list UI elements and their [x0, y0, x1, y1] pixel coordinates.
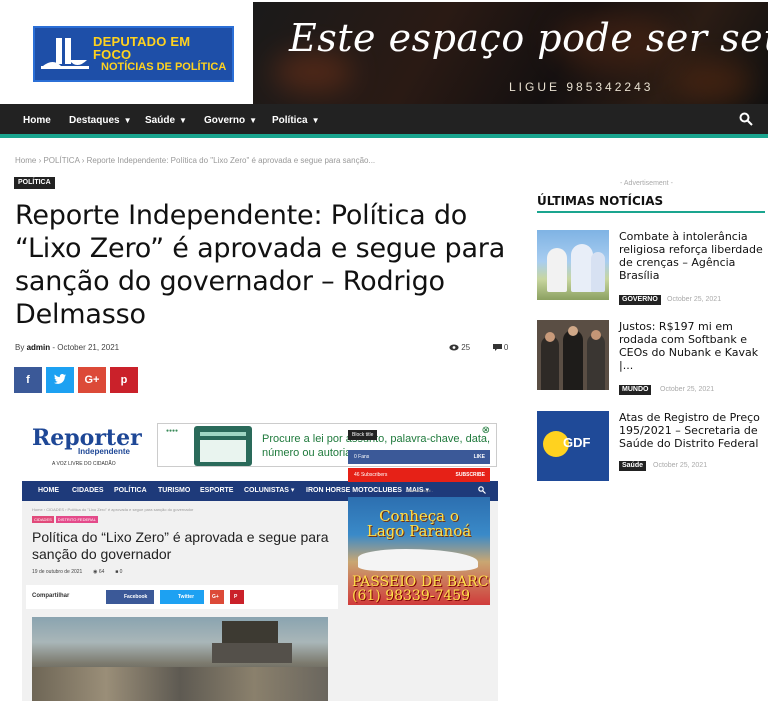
post-author[interactable]: admin [27, 343, 51, 352]
nav-item-home[interactable]: Home [23, 104, 51, 138]
phone-illustration [194, 426, 252, 466]
category-badge[interactable]: POLÍTICA [14, 177, 55, 189]
landfill-photo [32, 617, 328, 701]
pinterest-share-button[interactable]: p [110, 367, 138, 393]
twitter-share-button[interactable] [46, 367, 74, 393]
dots-icon: ●●●● [166, 428, 179, 434]
news-thumbnail[interactable] [537, 320, 609, 390]
chevron-down-icon: ▼ [179, 116, 187, 125]
google-plus-share-button[interactable]: G+ [78, 367, 106, 393]
post-stats: 25 0 [449, 343, 508, 352]
comment-icon [492, 343, 504, 352]
reporter-logo: Reporter Independente A VOZ LIVRE DO CID… [32, 425, 142, 467]
nav-item-politica[interactable]: Política ▼ [272, 104, 320, 138]
news-category-badge[interactable]: Saúde [619, 461, 647, 471]
comment-count[interactable]: 0 [504, 343, 508, 352]
twitter-icon [54, 373, 66, 387]
news-title[interactable]: Combate à intolerância religiosa reforça… [619, 230, 765, 282]
google-plus-icon: G+ [84, 374, 100, 386]
news-title[interactable]: Justos: R$197 mi em rodada com Softbank … [619, 320, 765, 372]
pinterest-icon: p [120, 374, 128, 386]
advertisement-label: - Advertisement - [620, 180, 673, 187]
boat-tour-ad: Conheça o Lago Paranoá PASSEIO DE BARCO (6… [348, 497, 490, 605]
nav-item-saude[interactable]: Saúde ▼ [145, 104, 187, 138]
comment-icon: ■ [115, 569, 119, 575]
widget-title: ÚLTIMAS NOTÍCIAS [537, 194, 664, 208]
news-thumbnail[interactable]: GDF [537, 411, 609, 481]
header-ad-banner[interactable]: Este espaço pode ser seu! LIGUE 98534224… [253, 2, 768, 104]
ad-phone: LIGUE 985342243 [509, 80, 654, 94]
breadcrumb: Home › POLÍTICA › Reporte Independente: … [15, 156, 375, 165]
news-category-badge[interactable]: MUNDO [619, 385, 652, 395]
search-icon[interactable] [739, 112, 755, 128]
facebook-share-button[interactable]: f [14, 367, 42, 393]
post-date: October 21, 2021 [57, 343, 120, 352]
ad-headline: Este espaço pode ser seu! [289, 16, 768, 60]
congress-building-icon [39, 32, 91, 76]
chevron-down-icon: ▼ [311, 116, 320, 125]
news-date: October 25, 2021 [667, 296, 722, 303]
news-title[interactable]: Atas de Registro de Preço 195/2021 – Sec… [619, 411, 765, 450]
breadcrumb-current: Reporte Independente: Política do "Lixo … [86, 156, 376, 165]
sidebar-news-item[interactable]: GDF Atas de Registro de Preço 195/2021 –… [537, 411, 765, 487]
news-thumbnail[interactable] [537, 230, 609, 300]
news-date: October 25, 2021 [660, 386, 715, 393]
eye-icon: ◉ [93, 569, 98, 575]
breadcrumb-home[interactable]: Home [15, 156, 36, 165]
logo-subtitle: NOTÍCIAS DE POLÍTICA [101, 60, 227, 73]
news-date: October 25, 2021 [653, 462, 708, 469]
main-nav: Home Destaques ▼ Saúde ▼ Governo ▼ Política… [0, 104, 768, 138]
nav-item-destaques[interactable]: Destaques ▼ [69, 104, 132, 138]
post-meta: By admin - October 21, 2021 [15, 343, 120, 352]
sidebar-news-item[interactable]: Combate à intolerância religiosa reforça… [537, 230, 765, 306]
logo-title: DEPUTADO EM FOCO [93, 33, 191, 63]
facebook-icon: f [26, 374, 30, 386]
chevron-down-icon: ▼ [249, 116, 258, 125]
widget-divider [537, 211, 765, 213]
post-title: Reporte Independente: Política do “Lixo … [15, 200, 506, 330]
sidebar-news-item[interactable]: Justos: R$197 mi em rodada com Softbank … [537, 320, 765, 396]
site-logo[interactable]: DEPUTADO EM FOCO NOTÍCIAS DE POLÍTICA [33, 26, 234, 82]
chevron-down-icon: ▼ [123, 116, 132, 125]
share-buttons: f G+ p [14, 367, 138, 393]
breadcrumb-category[interactable]: POLÍTICA [43, 156, 79, 165]
nav-item-governo[interactable]: Governo ▼ [204, 104, 257, 138]
eye-icon [449, 343, 461, 352]
site-header: DEPUTADO EM FOCO NOTÍCIAS DE POLÍTICA Es… [0, 0, 768, 104]
article-featured-image: Reporter Independente A VOZ LIVRE DO CID… [20, 415, 500, 701]
view-count: 25 [461, 343, 471, 352]
news-category-badge[interactable]: GOVERNO [619, 295, 661, 305]
